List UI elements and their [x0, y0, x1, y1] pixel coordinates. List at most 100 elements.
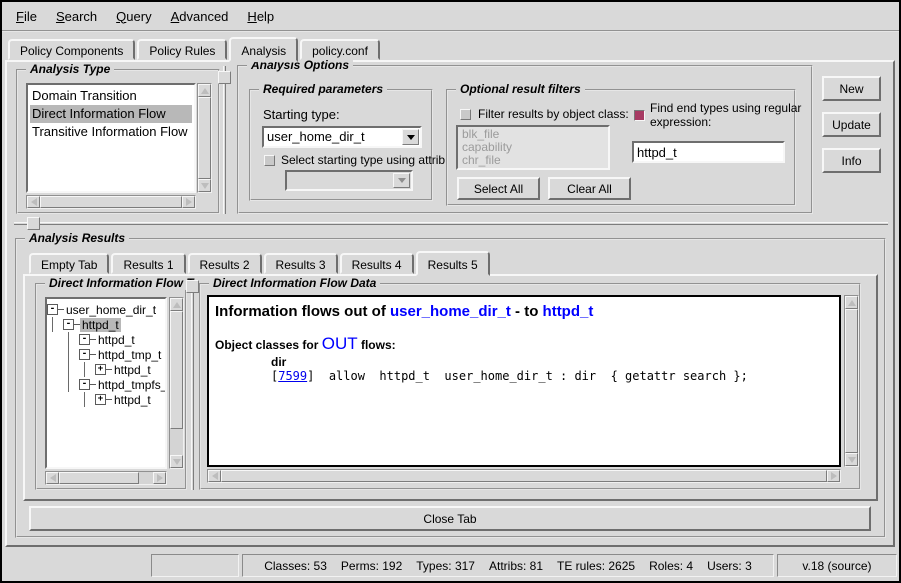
- tab-results-2[interactable]: Results 2: [188, 253, 262, 274]
- chevron-down-icon[interactable]: [402, 129, 419, 145]
- expand-icon[interactable]: +: [95, 394, 106, 405]
- tree-node[interactable]: - user_home_dir_t: [47, 302, 165, 317]
- tree-node[interactable]: - httpd_t: [47, 317, 165, 332]
- tab-policy-components[interactable]: Policy Components: [8, 39, 135, 60]
- collapse-icon[interactable]: -: [79, 334, 90, 345]
- tree-node-label[interactable]: httpd_t: [112, 363, 153, 377]
- list-item-transitive-information-flow[interactable]: Transitive Information Flow: [30, 123, 192, 141]
- new-button[interactable]: New: [822, 76, 881, 101]
- scroll-thumb[interactable]: [845, 309, 858, 453]
- results-pane-sash-handle[interactable]: [27, 217, 40, 230]
- scroll-thumb[interactable]: [170, 311, 183, 429]
- scroll-thumb[interactable]: [40, 196, 182, 208]
- analysis-type-vscrollbar[interactable]: [197, 83, 212, 193]
- stat-roles: Roles: 4: [649, 559, 693, 573]
- status-bar: Classes: 53 Perms: 192 Types: 317 Attrib…: [3, 552, 898, 580]
- scroll-left-icon[interactable]: [46, 472, 59, 484]
- list-item-direct-information-flow[interactable]: Direct Information Flow: [30, 105, 192, 123]
- source-type: user_home_dir_t: [390, 303, 511, 320]
- collapse-icon[interactable]: -: [47, 304, 58, 315]
- tree-node-label[interactable]: httpd_t: [112, 393, 153, 407]
- starting-type-label: Starting type:: [263, 107, 340, 122]
- apol-window: File Search Query Advanced Help Policy C…: [0, 0, 901, 583]
- top-pane-sash[interactable]: [223, 66, 226, 214]
- info-button[interactable]: Info: [822, 148, 881, 173]
- tree-node-label[interactable]: httpd_tmp_t: [96, 348, 163, 362]
- tab-results-5[interactable]: Results 5: [416, 251, 490, 276]
- regex-checkbox[interactable]: [634, 110, 645, 121]
- tree-node[interactable]: - httpd_tmpfs_t: [47, 377, 165, 392]
- scroll-down-icon[interactable]: [170, 455, 183, 468]
- tree-data-sash-handle[interactable]: [186, 280, 199, 293]
- list-item-domain-transition[interactable]: Domain Transition: [30, 87, 192, 105]
- menu-advanced[interactable]: Advanced: [166, 6, 234, 27]
- scroll-left-icon[interactable]: [27, 196, 40, 208]
- tree-vscrollbar[interactable]: [169, 297, 184, 469]
- tab-empty-tab[interactable]: Empty Tab: [29, 253, 109, 274]
- select-all-button[interactable]: Select All: [457, 177, 540, 200]
- menu-search[interactable]: Search: [51, 6, 102, 27]
- status-empty-box: [151, 554, 239, 577]
- tab-results-4[interactable]: Results 4: [340, 253, 414, 274]
- tree-node[interactable]: - httpd_tmp_t: [47, 347, 165, 362]
- flow-data-text: Information flows out of user_home_dir_t…: [207, 295, 841, 467]
- attrib-checkbox[interactable]: [264, 155, 275, 166]
- tree-node[interactable]: + httpd_t: [47, 392, 165, 407]
- tab-results-1[interactable]: Results 1: [111, 253, 185, 274]
- update-button[interactable]: Update: [822, 112, 881, 137]
- tab-policy-rules[interactable]: Policy Rules: [137, 39, 227, 60]
- scroll-right-icon[interactable]: [827, 470, 840, 482]
- object-class-listbox: blk_file capability chr_file: [456, 125, 610, 170]
- menu-query[interactable]: Query: [111, 6, 156, 27]
- flow-tree-title: Direct Information Flow T: [45, 276, 198, 290]
- expand-icon[interactable]: +: [95, 364, 106, 375]
- data-vscrollbar[interactable]: [844, 295, 859, 467]
- tree-hscrollbar[interactable]: [45, 471, 167, 485]
- regex-input[interactable]: [632, 141, 785, 163]
- menu-help[interactable]: Help: [242, 6, 279, 27]
- flow-headline: Information flows out of user_home_dir_t…: [215, 303, 839, 320]
- scroll-left-icon[interactable]: [208, 470, 221, 482]
- tree-node-label[interactable]: httpd_t: [80, 318, 121, 332]
- collapse-icon[interactable]: -: [63, 319, 74, 330]
- scroll-right-icon[interactable]: [182, 196, 195, 208]
- scroll-thumb[interactable]: [221, 470, 827, 482]
- tree-node[interactable]: - httpd_t: [47, 332, 165, 347]
- tab-results-3[interactable]: Results 3: [264, 253, 338, 274]
- stat-attribs: Attribs: 81: [489, 559, 543, 573]
- tree-node-label[interactable]: user_home_dir_t: [64, 303, 158, 317]
- scroll-right-icon[interactable]: [153, 472, 166, 484]
- close-tab-button[interactable]: Close Tab: [29, 506, 871, 531]
- tab-policy-conf[interactable]: policy.conf: [300, 39, 380, 60]
- scroll-up-icon[interactable]: [845, 296, 858, 309]
- scroll-down-icon[interactable]: [198, 179, 211, 192]
- scroll-up-icon[interactable]: [198, 84, 211, 97]
- results-pane-sash[interactable]: [14, 222, 888, 225]
- analysis-type-hscrollbar[interactable]: [26, 195, 196, 209]
- top-pane-sash-handle[interactable]: [218, 71, 231, 84]
- tab-analysis[interactable]: Analysis: [229, 37, 298, 62]
- regex-checkbox-label: Find end types using regular expression:: [650, 101, 802, 129]
- tree-node-label[interactable]: httpd_t: [96, 333, 137, 347]
- clear-all-button[interactable]: Clear All: [548, 177, 631, 200]
- main-tab-bar: Policy Components Policy Rules Analysis …: [8, 37, 382, 60]
- menu-file[interactable]: File: [11, 6, 42, 27]
- collapse-icon[interactable]: -: [79, 349, 90, 360]
- rule-id-link[interactable]: 7599: [278, 369, 307, 383]
- tree-node[interactable]: + httpd_t: [47, 362, 165, 377]
- scroll-down-icon[interactable]: [845, 453, 858, 466]
- target-type: httpd_t: [543, 303, 594, 320]
- collapse-icon[interactable]: -: [79, 379, 90, 390]
- scroll-thumb[interactable]: [198, 97, 211, 179]
- filter-object-class-checkbox[interactable]: [460, 109, 471, 120]
- flow-data-title: Direct Information Flow Data: [209, 276, 380, 290]
- scroll-thumb[interactable]: [59, 472, 139, 484]
- tree-node-label[interactable]: httpd_tmpfs_t: [96, 378, 167, 392]
- analysis-type-listbox: Domain Transition Direct Information Flo…: [26, 83, 196, 193]
- data-hscrollbar[interactable]: [207, 469, 841, 483]
- stat-perms: Perms: 192: [341, 559, 402, 573]
- tree-data-sash[interactable]: [191, 280, 194, 490]
- scroll-up-icon[interactable]: [170, 298, 183, 311]
- attrib-checkbox-label: Select starting type using attrib:: [281, 153, 448, 167]
- starting-type-combobox[interactable]: user_home_dir_t: [262, 126, 422, 148]
